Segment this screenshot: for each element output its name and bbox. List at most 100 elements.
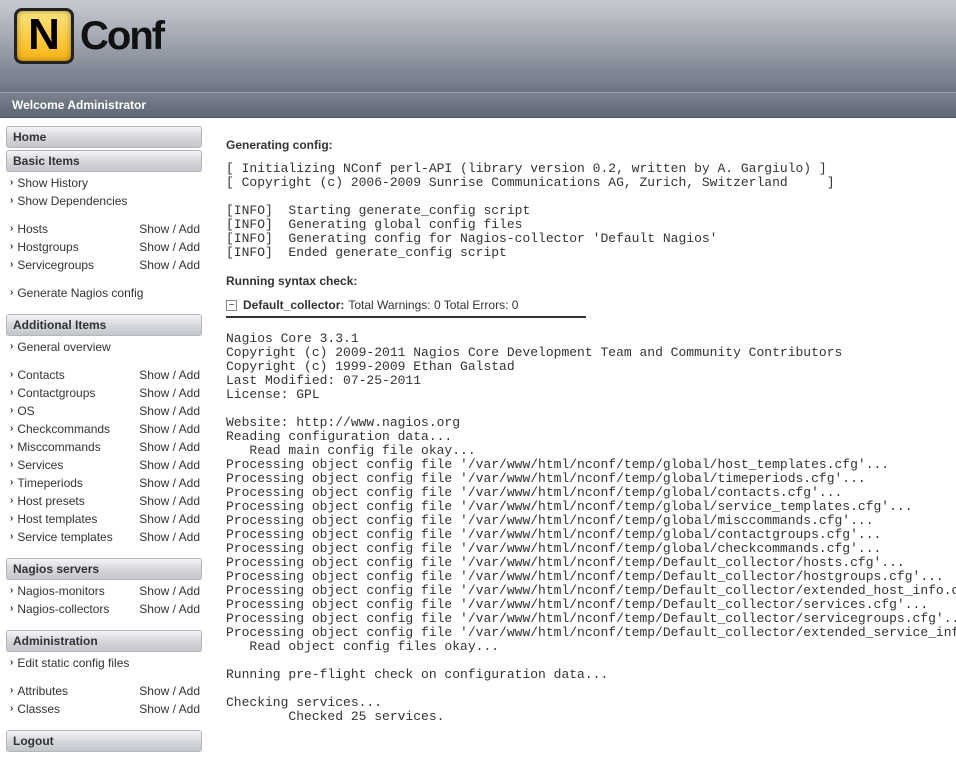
syntax-check-heading: Running syntax check:	[226, 274, 956, 288]
chevron-right-icon: ›	[10, 439, 13, 455]
collectors-show[interactable]: Show	[139, 602, 169, 616]
misccommands-add[interactable]: Add	[179, 440, 200, 454]
chevron-right-icon: ›	[10, 367, 13, 383]
nav-contacts[interactable]: ›Contacts	[10, 367, 65, 383]
app-header: N Conf	[0, 0, 956, 92]
contacts-show[interactable]: Show	[139, 368, 169, 382]
nav-classes[interactable]: ›Classes	[10, 701, 60, 717]
chevron-right-icon: ›	[10, 475, 13, 491]
section-basic-items: Basic Items	[6, 150, 202, 172]
nav-hostpresets[interactable]: ›Host presets	[10, 493, 85, 509]
hostpresets-show[interactable]: Show	[139, 494, 169, 508]
servicegroups-show[interactable]: Show	[139, 258, 169, 272]
hostgroups-add[interactable]: Add	[179, 240, 200, 254]
generate-output: [ Initializing NConf perl-API (library v…	[226, 162, 956, 260]
chevron-right-icon: ›	[10, 221, 13, 237]
logo-conf-text: Conf	[80, 14, 163, 59]
monitors-add[interactable]: Add	[179, 584, 200, 598]
nav-servicegroups[interactable]: ›Servicegroups	[10, 257, 94, 273]
chevron-right-icon: ›	[10, 511, 13, 527]
nav-contactgroups[interactable]: ›Contactgroups	[10, 385, 95, 401]
misccommands-show[interactable]: Show	[139, 440, 169, 454]
chevron-right-icon: ›	[10, 339, 13, 355]
collector-summary-row: − Default_collector: Total Warnings: 0 T…	[226, 298, 956, 312]
section-administration: Administration	[6, 630, 202, 652]
chevron-right-icon: ›	[10, 285, 13, 301]
attributes-show[interactable]: Show	[139, 684, 169, 698]
services-show[interactable]: Show	[139, 458, 169, 472]
attributes-add[interactable]: Add	[179, 684, 200, 698]
chevron-right-icon: ›	[10, 193, 13, 209]
chevron-right-icon: ›	[10, 601, 13, 617]
section-nagios-servers: Nagios servers	[6, 558, 202, 580]
nav-hosts[interactable]: ›Hosts	[10, 221, 48, 237]
contactgroups-add[interactable]: Add	[179, 386, 200, 400]
chevron-right-icon: ›	[10, 457, 13, 473]
hosttemplates-add[interactable]: Add	[179, 512, 200, 526]
chevron-right-icon: ›	[10, 175, 13, 191]
timeperiods-add[interactable]: Add	[179, 476, 200, 490]
services-add[interactable]: Add	[179, 458, 200, 472]
nav-show-dependencies[interactable]: ›Show Dependencies	[10, 193, 127, 209]
nav-show-history[interactable]: ›Show History	[10, 175, 88, 191]
nav-hostgroups[interactable]: ›Hostgroups	[10, 239, 79, 255]
collector-summary: Total Warnings: 0 Total Errors: 0	[348, 298, 518, 312]
chevron-right-icon: ›	[10, 583, 13, 599]
nav-attributes[interactable]: ›Attributes	[10, 683, 68, 699]
logo-n-badge: N	[14, 8, 74, 64]
section-additional-items: Additional Items	[6, 314, 202, 336]
chevron-right-icon: ›	[10, 493, 13, 509]
chevron-right-icon: ›	[10, 257, 13, 273]
nav-servicetemplates[interactable]: ›Service templates	[10, 529, 113, 545]
nav-home[interactable]: Home	[6, 126, 202, 148]
hostpresets-add[interactable]: Add	[179, 494, 200, 508]
logo: N Conf	[14, 8, 956, 64]
os-show[interactable]: Show	[139, 404, 169, 418]
welcome-bar: Welcome Administrator	[0, 92, 956, 118]
chevron-right-icon: ›	[10, 529, 13, 545]
chevron-right-icon: ›	[10, 683, 13, 699]
monitors-show[interactable]: Show	[139, 584, 169, 598]
nav-edit-static-config[interactable]: ›Edit static config files	[10, 655, 129, 671]
nav-general-overview[interactable]: ›General overview	[10, 339, 111, 355]
nav-hosttemplates[interactable]: ›Host templates	[10, 511, 97, 527]
servicegroups-add[interactable]: Add	[179, 258, 200, 272]
collapse-toggle-icon[interactable]: −	[226, 300, 237, 311]
hosttemplates-show[interactable]: Show	[139, 512, 169, 526]
contactgroups-show[interactable]: Show	[139, 386, 169, 400]
main-content: Generating config: [ Initializing NConf …	[208, 118, 956, 746]
generating-config-heading: Generating config:	[226, 138, 956, 152]
nav-timeperiods[interactable]: ›Timeperiods	[10, 475, 83, 491]
nav-nagios-monitors[interactable]: ›Nagios-monitors	[10, 583, 105, 599]
contacts-add[interactable]: Add	[179, 368, 200, 382]
checkcommands-show[interactable]: Show	[139, 422, 169, 436]
servicetemplates-add[interactable]: Add	[179, 530, 200, 544]
chevron-right-icon: ›	[10, 239, 13, 255]
chevron-right-icon: ›	[10, 403, 13, 419]
os-add[interactable]: Add	[179, 404, 200, 418]
nav-services[interactable]: ›Services	[10, 457, 63, 473]
collectors-add[interactable]: Add	[179, 602, 200, 616]
nav-os[interactable]: ›OS	[10, 403, 35, 419]
checkcommands-add[interactable]: Add	[179, 422, 200, 436]
nav-generate-config[interactable]: ›Generate Nagios config	[10, 285, 143, 301]
chevron-right-icon: ›	[10, 655, 13, 671]
chevron-right-icon: ›	[10, 701, 13, 717]
hosts-add[interactable]: Add	[179, 222, 200, 236]
classes-add[interactable]: Add	[179, 702, 200, 716]
collector-name: Default_collector:	[243, 298, 344, 312]
nav-logout[interactable]: Logout	[6, 730, 202, 752]
chevron-right-icon: ›	[10, 421, 13, 437]
hosts-show[interactable]: Show	[139, 222, 169, 236]
divider	[226, 316, 586, 318]
nav-nagios-collectors[interactable]: ›Nagios-collectors	[10, 601, 109, 617]
nav-misccommands[interactable]: ›Misccommands	[10, 439, 101, 455]
nav-checkcommands[interactable]: ›Checkcommands	[10, 421, 110, 437]
timeperiods-show[interactable]: Show	[139, 476, 169, 490]
servicetemplates-show[interactable]: Show	[139, 530, 169, 544]
chevron-right-icon: ›	[10, 385, 13, 401]
classes-show[interactable]: Show	[139, 702, 169, 716]
syntax-output: Nagios Core 3.3.1 Copyright (c) 2009-201…	[226, 332, 956, 724]
hosts-actions: Show / Add	[139, 221, 200, 237]
hostgroups-show[interactable]: Show	[139, 240, 169, 254]
